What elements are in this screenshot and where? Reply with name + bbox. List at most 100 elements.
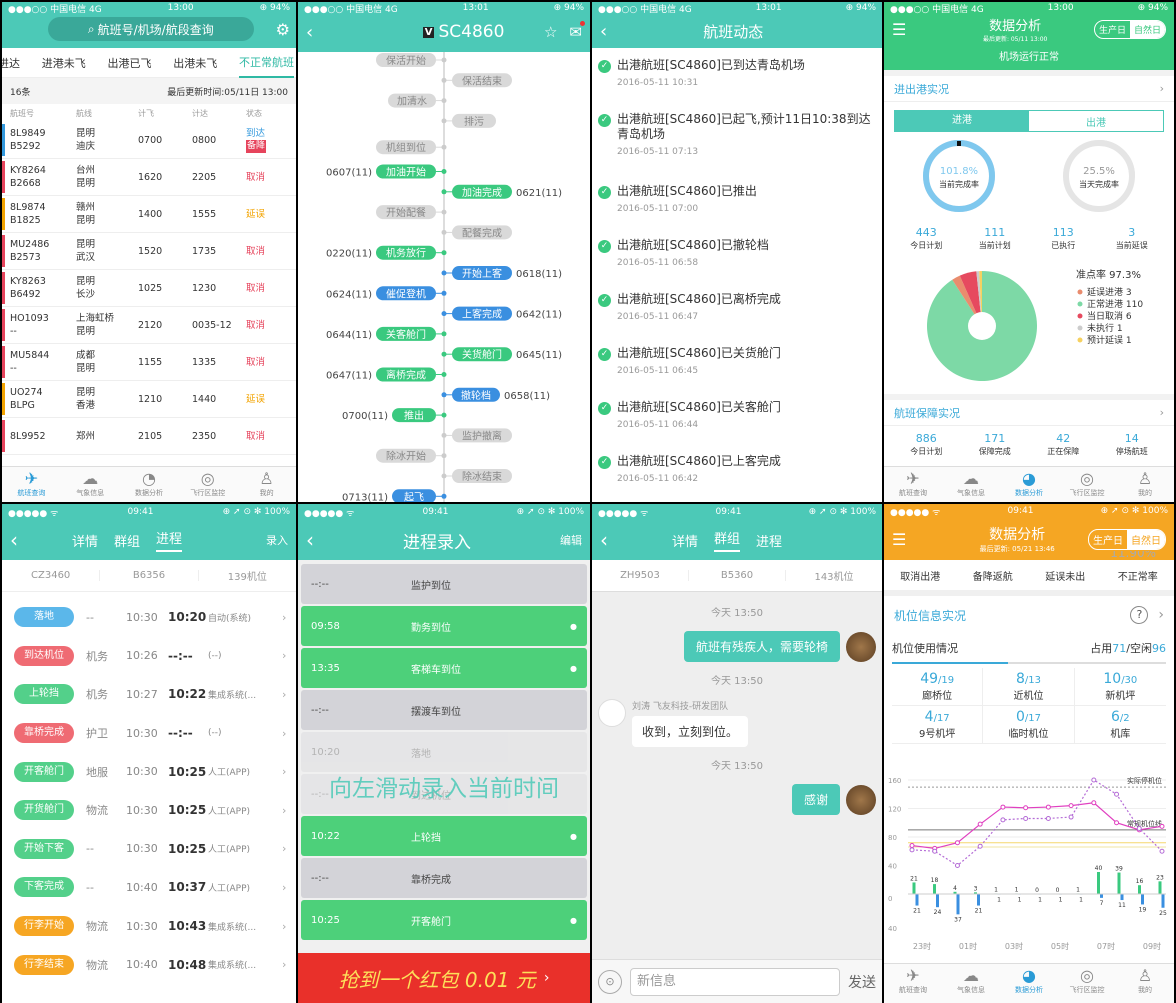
day-toggle[interactable]: 生产日 自然日 bbox=[1088, 528, 1166, 550]
table-row[interactable]: KY8264 B2668 台州 昆明 1620 2205 取消 bbox=[2, 159, 296, 196]
process-node[interactable]: 关客舱门 bbox=[376, 326, 436, 341]
help-icon[interactable]: ? bbox=[1130, 606, 1149, 624]
entry-button[interactable]: 录入 bbox=[266, 532, 288, 548]
menu-icon[interactable]: ☰ bbox=[892, 530, 906, 549]
process-node[interactable]: 开始配餐 bbox=[376, 205, 436, 220]
edit-button[interactable]: 编辑 bbox=[560, 532, 582, 548]
back-icon[interactable]: ‹ bbox=[600, 21, 607, 42]
process-row[interactable]: 靠桥完成 护卫 10:30 --:-- (--) › bbox=[2, 714, 296, 753]
process-node[interactable]: 推出 bbox=[392, 408, 436, 423]
process-node[interactable]: 保活结束 bbox=[452, 73, 512, 88]
toggle-natural-day[interactable]: 自然日 bbox=[1127, 529, 1165, 549]
back-icon[interactable]: ‹ bbox=[10, 528, 18, 552]
process-node[interactable]: 撤轮档 bbox=[452, 387, 500, 402]
tab-group[interactable]: 群组 bbox=[114, 531, 140, 550]
table-row[interactable]: MU2486 B2573 昆明 武汉 1520 1735 取消 bbox=[2, 233, 296, 270]
table-row[interactable]: KY8263 B6492 昆明 长沙 1025 1230 取消 bbox=[2, 270, 296, 307]
tab-weather[interactable]: ☁ 气象信息 bbox=[942, 467, 1000, 502]
tab-0[interactable]: 进达 bbox=[2, 55, 20, 71]
red-packet-banner[interactable]: 抢到一个红包 0.01 元 › bbox=[298, 953, 590, 1003]
process-node[interactable]: 上客完成 bbox=[452, 306, 512, 321]
day-toggle[interactable]: 生产日 自然日 bbox=[1093, 19, 1166, 39]
search-input[interactable]: 航班号/机场/航段查询 bbox=[98, 21, 214, 38]
gear-icon[interactable]: ⚙ bbox=[276, 20, 290, 39]
table-row[interactable]: 8L9952 郑州 2105 2350 取消 bbox=[2, 418, 296, 455]
tab-analysis[interactable]: ◕ 数据分析 bbox=[1000, 467, 1058, 502]
process-node[interactable]: 开始上客 bbox=[452, 266, 512, 280]
tab-analysis[interactable]: ◔ 数据分析 bbox=[120, 467, 179, 502]
star-icon[interactable]: ☆ bbox=[544, 23, 557, 41]
message-bubble[interactable]: 收到，立刻到位。 bbox=[632, 716, 749, 747]
tab-me[interactable]: ♙ 我的 bbox=[1116, 964, 1174, 1003]
entry-row[interactable]: 09:58 勤务到位 ● bbox=[301, 606, 587, 646]
tab-analysis[interactable]: ◕ 数据分析 bbox=[1000, 964, 1058, 1003]
entry-row[interactable]: 10:22 上轮挡 ● bbox=[301, 816, 587, 856]
tab-details[interactable]: 详情 bbox=[72, 531, 98, 550]
tab-monitor[interactable]: ◎ 飞行区监控 bbox=[178, 467, 237, 502]
message-bubble[interactable]: 航班有残疾人，需要轮椅 bbox=[683, 631, 840, 662]
entry-row[interactable]: --:-- 监护到位 bbox=[301, 564, 587, 604]
process-row[interactable]: 行李结束 物流 10:40 10:48 集成系统(... › bbox=[2, 945, 296, 984]
table-row[interactable]: UO274 BLPG 昆明 香港 1210 1440 延误 bbox=[2, 381, 296, 418]
process-node[interactable]: 起飞 bbox=[392, 489, 436, 502]
toggle-production-day[interactable]: 生产日 bbox=[1095, 21, 1130, 38]
tab-2[interactable]: 出港已飞 bbox=[108, 55, 152, 71]
tab-details[interactable]: 详情 bbox=[672, 531, 698, 550]
send-button[interactable]: 发送 bbox=[848, 972, 876, 992]
camera-icon[interactable]: ⊙ bbox=[598, 969, 622, 994]
tab-4[interactable]: 不正常航班 bbox=[239, 48, 294, 78]
tab-monitor[interactable]: ◎ 飞行区监控 bbox=[1058, 467, 1116, 502]
back-icon[interactable]: ‹ bbox=[306, 22, 313, 43]
process-row[interactable]: 下客完成 -- 10:40 10:37 人工(APP) › bbox=[2, 868, 296, 907]
table-row[interactable]: 8L9874 B1825 赣州 昆明 1400 1555 延误 bbox=[2, 196, 296, 233]
tab-me[interactable]: ♙ 我的 bbox=[237, 467, 296, 502]
process-node[interactable]: 加清水 bbox=[388, 93, 436, 108]
process-node[interactable]: 加油完成 bbox=[452, 184, 512, 199]
process-node[interactable]: 除冰结束 bbox=[452, 469, 512, 483]
message-input[interactable]: 新信息 bbox=[630, 967, 840, 996]
process-node[interactable]: 保活开始 bbox=[376, 53, 436, 67]
toggle-production-day[interactable]: 生产日 bbox=[1089, 530, 1127, 549]
process-node[interactable]: 机组到位 bbox=[376, 140, 436, 155]
process-node[interactable]: 除冰开始 bbox=[376, 448, 436, 463]
tab-1[interactable]: 进港未飞 bbox=[42, 55, 86, 71]
chevron-right-icon[interactable]: › bbox=[1160, 82, 1164, 95]
tab-process[interactable]: 进程 bbox=[156, 528, 183, 552]
process-node[interactable]: 监护撤离 bbox=[452, 428, 512, 443]
tab-flight-query[interactable]: ✈ 航班查询 bbox=[2, 467, 61, 502]
avatar[interactable] bbox=[598, 699, 626, 727]
toggle-natural-day[interactable]: 自然日 bbox=[1129, 20, 1165, 38]
tab-me[interactable]: ♙ 我的 bbox=[1116, 467, 1174, 502]
process-row[interactable]: 落地 -- 10:30 10:20 自动(系统) › bbox=[2, 598, 296, 637]
process-node[interactable]: 配餐完成 bbox=[452, 225, 512, 240]
entry-row[interactable]: 13:35 客梯车到位 ● bbox=[301, 648, 587, 688]
entry-row[interactable]: --:-- 摆渡车到位 bbox=[301, 690, 587, 730]
search-bar[interactable]: ⌕ 航班号/机场/航段查询 bbox=[48, 17, 254, 41]
tab-monitor[interactable]: ◎ 飞行区监控 bbox=[1058, 964, 1116, 1003]
tab-departure[interactable]: 出港 bbox=[1029, 114, 1163, 129]
mail-icon[interactable]: ✉ bbox=[569, 21, 585, 41]
tab-flight-query[interactable]: ✈ 航班查询 bbox=[884, 964, 942, 1003]
entry-row[interactable]: 10:25 开客舱门 ● bbox=[301, 900, 587, 940]
avatar[interactable] bbox=[846, 784, 876, 815]
back-icon[interactable]: ‹ bbox=[600, 528, 608, 552]
process-row[interactable]: 上轮挡 机务 10:27 10:22 集成系统(... › bbox=[2, 675, 296, 714]
process-node[interactable]: 排污 bbox=[452, 113, 496, 128]
entry-row[interactable]: 10:20 落地 bbox=[301, 732, 587, 772]
tab-3[interactable]: 出港未飞 bbox=[173, 55, 217, 71]
tab-flight-query[interactable]: ✈ 航班查询 bbox=[884, 467, 942, 502]
back-icon[interactable]: ‹ bbox=[306, 528, 314, 552]
menu-icon[interactable]: ☰ bbox=[892, 20, 906, 39]
process-row[interactable]: 行李开始 物流 10:30 10:43 集成系统(... › bbox=[2, 907, 296, 946]
tab-weather[interactable]: ☁ 气象信息 bbox=[942, 964, 1000, 1003]
table-row[interactable]: 8L9849 B5292 昆明 迪庆 0700 0800 到达 备降 bbox=[2, 122, 296, 159]
tab-process[interactable]: 进程 bbox=[756, 531, 782, 550]
table-row[interactable]: HO1093 -- 上海虹桥 昆明 2120 0035-12 取消 bbox=[2, 307, 296, 344]
entry-row[interactable]: --:-- 靠桥完成 bbox=[301, 858, 587, 898]
message-bubble[interactable]: 感谢 bbox=[791, 784, 840, 815]
process-row[interactable]: 开货舱门 物流 10:30 10:25 人工(APP) › bbox=[2, 791, 296, 830]
tab-arrival[interactable]: 进港 bbox=[895, 111, 1029, 131]
process-node[interactable]: 关货舱门 bbox=[452, 347, 512, 362]
process-row[interactable]: 开客舱门 地服 10:30 10:25 人工(APP) › bbox=[2, 752, 296, 791]
process-row[interactable]: 开始下客 -- 10:30 10:25 人工(APP) › bbox=[2, 830, 296, 869]
